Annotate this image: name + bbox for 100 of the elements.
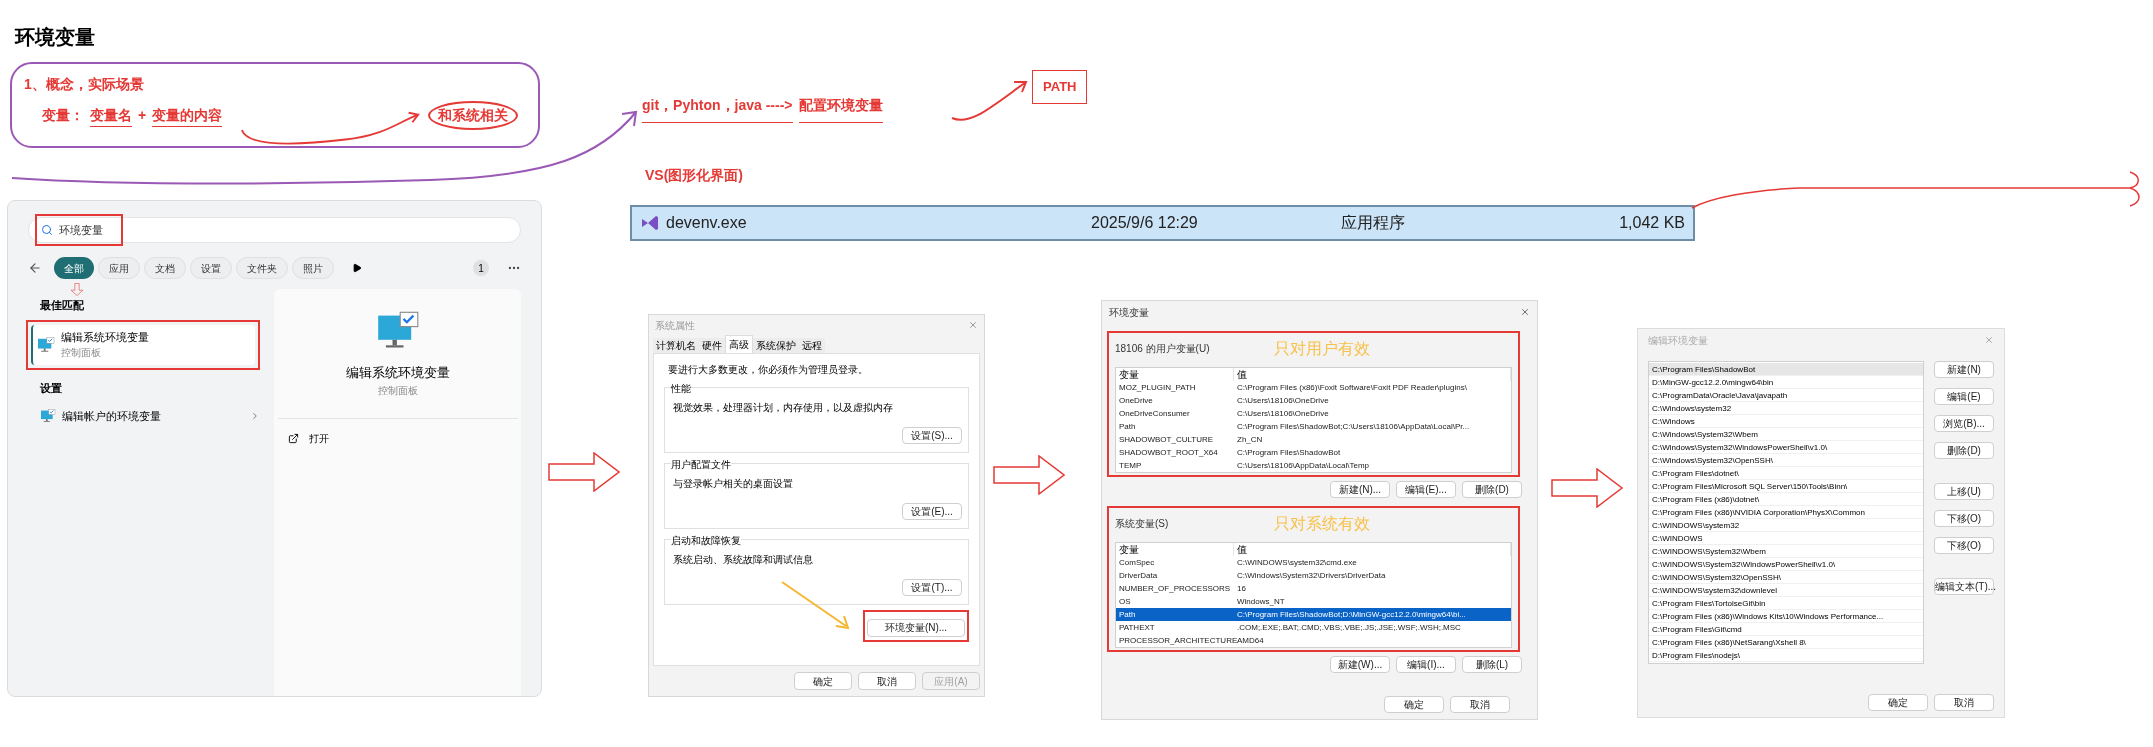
variable-row[interactable]: MOZ_PLUGIN_PATH C:\Program Files (x86)\Foxit Software\Foxit PDF Reader\plugins\ xyxy=(1116,381,1511,394)
filter-chip[interactable]: 文件夹 xyxy=(236,257,288,279)
dialog-tab[interactable]: 系统保护 xyxy=(753,338,799,353)
dialog-button[interactable]: 浏览(B)... xyxy=(1934,415,1994,432)
filter-chip[interactable]: 全部 xyxy=(54,257,94,279)
variable-row[interactable]: ComSpec C:\WINDOWS\system32\cmd.exe xyxy=(1116,556,1511,569)
vs-label: VS(图形化界面) xyxy=(645,166,743,185)
dialog-button[interactable]: 新建(N)... xyxy=(1330,481,1390,498)
path-entry[interactable]: C:\Program Files (x86)\Windows Kits\10\Windows Performance... xyxy=(1649,610,1923,623)
dialog-button[interactable]: 新建(W)... xyxy=(1330,656,1390,673)
dialog-button[interactable]: 删除(D) xyxy=(1934,442,1994,459)
path-entry[interactable]: C:\Program Files\dotnet\ xyxy=(1649,467,1923,480)
dialog-button[interactable]: 下移(O) xyxy=(1934,537,1994,554)
section-heading: 18106 的用户变量(U) xyxy=(1115,343,1210,354)
back-icon[interactable] xyxy=(28,261,42,275)
group-text: 与登录帐户相关的桌面设置 xyxy=(673,477,794,491)
dialog-tab[interactable]: 高级 xyxy=(725,335,753,353)
dialog-button[interactable]: 编辑(E)... xyxy=(1396,481,1456,498)
group-text: 视觉效果，处理器计划，内存使用，以及虚拟内存 xyxy=(673,401,894,415)
path-entry[interactable]: D:\Program Files\nodejs\ xyxy=(1649,649,1923,662)
path-entry[interactable]: C:\WINDOWS xyxy=(1649,532,1923,545)
path-entry[interactable]: D:\MinGW-gcc12.2.0\mingw64\bin xyxy=(1649,376,1923,389)
dialog-button[interactable]: 环境变量(N)... xyxy=(867,618,965,637)
dialog-button[interactable]: 上移(U) xyxy=(1934,483,1994,500)
dialog-button[interactable]: 删除(D) xyxy=(1462,481,1522,498)
variable-row[interactable]: TEMP C:\Users\18106\AppData\Local\Temp xyxy=(1116,459,1511,472)
note-heading: 1、概念，实际场景 xyxy=(24,75,145,94)
dialog-button[interactable]: 新建(N) xyxy=(1934,361,1994,378)
path-entry[interactable]: C:\WINDOWS\System32\OpenSSH\ xyxy=(1649,571,1923,584)
settings-item[interactable]: 编辑帐户的环境变量 xyxy=(40,408,260,425)
dialog-title: 编辑环境变量 xyxy=(1648,333,1708,348)
variable-row[interactable]: DriverData C:\Windows\System32\Drivers\DriverData xyxy=(1116,569,1511,582)
path-entry[interactable]: C:\Program Files (x86)\NetSarang\Xshell 8\ xyxy=(1649,636,1923,649)
variable-row[interactable]: SHADOWBOT_ROOT_X64 C:\Program Files\ShadowBot xyxy=(1116,446,1511,459)
open-action[interactable]: 打开 xyxy=(288,430,329,446)
variable-row[interactable]: OneDrive C:\Users\18106\OneDrive xyxy=(1116,394,1511,407)
path-entry[interactable]: C:\Windows\System32\OpenSSH\ xyxy=(1649,454,1923,467)
variable-row[interactable]: SHADOWBOT_CULTURE Zh_CN xyxy=(1116,433,1511,446)
dialog-button[interactable]: 确定 xyxy=(794,672,852,690)
dialog-button[interactable]: 设置(E)... xyxy=(902,503,962,520)
dialog-tab[interactable]: 远程 xyxy=(799,338,825,353)
dialog-button[interactable]: 编辑(I)... xyxy=(1396,656,1456,673)
column-header[interactable]: 值 xyxy=(1234,543,1511,556)
path-entry[interactable]: C:\Program Files\Git\cmd xyxy=(1649,623,1923,636)
filter-chip[interactable]: 文档 xyxy=(144,257,186,279)
path-entry[interactable]: C:\Program Files\ShadowBot xyxy=(1649,363,1923,376)
play-icon[interactable] xyxy=(352,263,362,273)
column-header[interactable]: 变量 xyxy=(1116,368,1234,381)
path-entry[interactable]: C:\Program Files\TortoiseGit\bin xyxy=(1649,597,1923,610)
close-icon[interactable] xyxy=(968,320,978,330)
file-row[interactable]: devenv.exe 2025/9/6 12:29 应用程序 1,042 KB xyxy=(630,205,1695,241)
dialog-button[interactable]: 确定 xyxy=(1868,694,1928,711)
path-box: PATH xyxy=(1032,70,1088,104)
variable-row[interactable]: OS Windows_NT xyxy=(1116,595,1511,608)
best-match-item[interactable]: 编辑系统环境变量 控制面板 xyxy=(31,324,255,365)
variable-row[interactable]: NUMBER_OF_PROCESSORS 16 xyxy=(1116,582,1511,595)
dialog-button[interactable]: 编辑文本(T)... xyxy=(1934,578,1994,595)
variable-row[interactable]: Path C:\Program Files\ShadowBot;C:\Users\18106\AppData\Local\Pr... xyxy=(1116,420,1511,433)
path-entry[interactable]: C:\Program Files (x86)\dotnet\ xyxy=(1649,493,1923,506)
close-icon[interactable] xyxy=(1520,307,1530,317)
filter-chip[interactable]: 应用 xyxy=(98,257,140,279)
dialog-button[interactable]: 取消 xyxy=(858,672,916,690)
group-heading: 性能 xyxy=(671,381,691,396)
path-entry[interactable]: C:\WINDOWS\system32 xyxy=(1649,519,1923,532)
path-entry[interactable]: C:\Windows\System32\Wbem xyxy=(1649,428,1923,441)
search-field[interactable]: 环境变量 xyxy=(28,217,521,243)
path-entry[interactable]: C:\Windows\System32\WindowsPowerShell\v1.0\ xyxy=(1649,441,1923,454)
dialog-button[interactable]: 取消 xyxy=(1934,694,1994,711)
path-entry[interactable]: C:\Program Files\Microsoft SQL Server\150\Tools\Binn\ xyxy=(1649,480,1923,493)
variable-row[interactable]: OneDriveConsumer C:\Users\18106\OneDrive xyxy=(1116,407,1511,420)
dialog-button[interactable]: 确定 xyxy=(1384,696,1444,713)
annotation-arrow xyxy=(70,283,84,296)
variable-row[interactable]: PROCESSOR_ARCHITECTUREAMD64 xyxy=(1116,634,1511,647)
note-label: 变量： xyxy=(42,106,84,125)
path-entry[interactable]: C:\Windows\system32 xyxy=(1649,402,1923,415)
dialog-button[interactable]: 编辑(E) xyxy=(1934,388,1994,405)
dialog-button[interactable]: 设置(T)... xyxy=(902,579,962,596)
path-entry[interactable]: C:\WINDOWS\System32\WindowsPowerShell\v1.0\ xyxy=(1649,558,1923,571)
path-entry[interactable]: C:\WINDOWS\System32\Wbem xyxy=(1649,545,1923,558)
dialog-button[interactable]: 下移(O) xyxy=(1934,510,1994,527)
dialog-button[interactable]: 取消 xyxy=(1450,696,1510,713)
path-entry[interactable]: C:\Program Files (x86)\NVIDIA Corporation\PhysX\Common xyxy=(1649,506,1923,519)
dialog-tab[interactable]: 计算机名 xyxy=(653,338,699,353)
filter-chip[interactable]: 设置 xyxy=(190,257,232,279)
column-header[interactable]: 值 xyxy=(1234,368,1511,381)
section-heading: 设置 xyxy=(40,380,62,396)
dialog-tab[interactable]: 硬件 xyxy=(699,338,725,353)
notice-text: 要进行大多数更改，你必须作为管理员登录。 xyxy=(668,363,869,377)
dialog-button[interactable]: 设置(S)... xyxy=(902,427,962,444)
path-entry[interactable]: C:\WINDOWS\system32\downlevel xyxy=(1649,584,1923,597)
path-entry[interactable]: C:\Windows xyxy=(1649,415,1923,428)
filter-chip[interactable]: 照片 xyxy=(292,257,334,279)
dialog-button[interactable]: 删除(L) xyxy=(1462,656,1522,673)
column-header[interactable]: 变量 xyxy=(1116,543,1234,556)
result-count: 1 xyxy=(473,260,489,276)
variable-row[interactable]: PATHEXT .COM;.EXE;.BAT;.CMD;.VBS;.VBE;.JS;.JSE;.WSF;.WSH;.MSC xyxy=(1116,621,1511,634)
variable-row[interactable]: Path C:\Program Files\ShadowBot;D:\MinGW-gcc12.2.0\mingw64\bi... xyxy=(1116,608,1511,621)
path-entry[interactable]: C:\ProgramData\Oracle\Java\javapath xyxy=(1649,389,1923,402)
flow-text: git，Pyhton，java ----> xyxy=(642,95,793,123)
preview-title: 编辑系统环境变量 xyxy=(345,364,450,382)
